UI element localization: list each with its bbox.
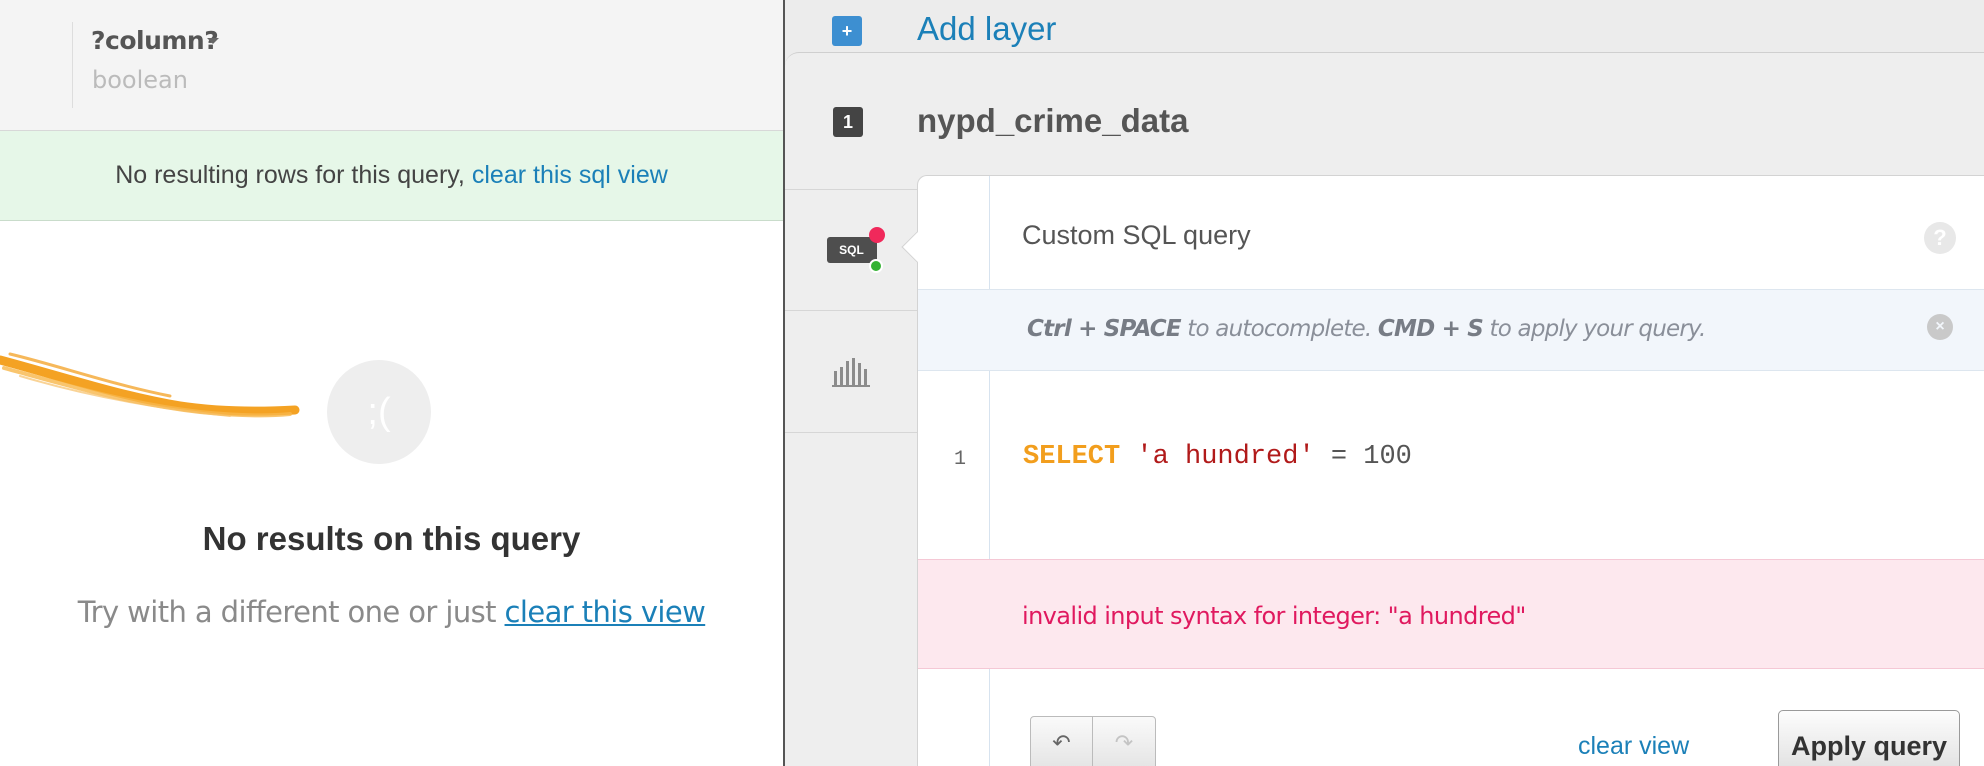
sql-number: 100	[1363, 442, 1412, 472]
redo-button[interactable]: ↷	[1093, 717, 1155, 766]
add-layer-bar[interactable]: + Add layer	[785, 0, 1984, 55]
editor-gutter	[989, 176, 990, 766]
undo-icon: ↶	[1052, 730, 1071, 755]
column-divider	[72, 22, 73, 108]
sql-tool-tab[interactable]: SQL	[785, 189, 918, 311]
history-buttons: ↶ ↷	[1030, 716, 1156, 766]
hint-text-apply: to apply your query.	[1483, 316, 1707, 342]
column-header[interactable]: ?column? boolean	[0, 0, 783, 131]
undo-button[interactable]: ↶	[1031, 717, 1093, 766]
histogram-icon[interactable]	[831, 357, 872, 387]
sql-code-input[interactable]: SELECT 'a hundred' = 100	[1023, 442, 1412, 472]
plus-icon[interactable]: +	[832, 16, 862, 46]
error-message: invalid input syntax for integer: "a hun…	[1022, 602, 1526, 630]
sql-editor-panel: Custom SQL query ? Ctrl + SPACE to autoc…	[901, 175, 1984, 766]
empty-state-title: No results on this query	[202, 520, 581, 557]
empty-state-subtitle-text: Try with a different one or just	[77, 595, 497, 629]
error-bar: invalid input syntax for integer: "a hun…	[918, 559, 1984, 669]
clear-sql-view-link[interactable]: clear this sql view	[472, 161, 668, 190]
results-panel: ?column? boolean No resulting rows for t…	[0, 0, 783, 766]
layer-panel: + Add layer 1 nypd_crime_data SQL Custom…	[783, 0, 1984, 766]
help-icon[interactable]: ?	[1924, 222, 1956, 254]
shortcut-hint-bar: Ctrl + SPACE to autocomplete. CMD + S to…	[918, 289, 1984, 371]
layer-card: 1 nypd_crime_data SQL Custom SQL query ?…	[785, 52, 1984, 766]
notice-text: No resulting rows for this query,	[115, 161, 465, 189]
apply-query-button[interactable]: Apply query	[1778, 710, 1960, 766]
layer-number-badge: 1	[833, 107, 863, 137]
hint-key-autocomplete: Ctrl + SPACE	[1027, 316, 1182, 342]
error-dot-icon	[868, 227, 885, 243]
shortcut-hint: Ctrl + SPACE to autocomplete. CMD + S to…	[1027, 316, 1706, 342]
brush-stroke-decoration	[0, 352, 300, 418]
no-rows-notice: No resulting rows for this query, clear …	[0, 131, 783, 221]
sql-operator: =	[1330, 442, 1348, 472]
line-number: 1	[954, 448, 967, 471]
clear-view-link[interactable]: clear this view	[505, 595, 706, 629]
redo-icon: ↷	[1114, 730, 1134, 755]
play-dot-icon	[868, 259, 883, 273]
add-layer-button[interactable]: Add layer	[917, 10, 1056, 48]
hint-key-apply: CMD + S	[1377, 316, 1484, 342]
clear-view-button[interactable]: clear view	[1578, 732, 1689, 761]
close-icon[interactable]: ×	[1927, 314, 1953, 340]
sql-editor-icon[interactable]: SQL	[826, 227, 885, 273]
sql-string: 'a hundred'	[1136, 442, 1315, 472]
sql-keyword: SELECT	[1023, 442, 1121, 472]
chevron-down-icon[interactable]	[207, 38, 219, 44]
column-type: boolean	[92, 66, 188, 94]
empty-state-subtitle: Try with a different one or just clear t…	[0, 595, 783, 629]
editor-title: Custom SQL query	[1022, 220, 1251, 250]
column-name[interactable]: ?column?	[91, 26, 219, 55]
tool-rail: SQL	[785, 189, 918, 766]
sad-face-icon: ;(	[327, 360, 431, 464]
sql-badge-label: SQL	[839, 243, 864, 257]
layer-name[interactable]: nypd_crime_data	[917, 102, 1188, 140]
chart-tool-tab[interactable]	[785, 311, 918, 433]
hint-text-autocomplete: to autocomplete.	[1180, 316, 1378, 342]
